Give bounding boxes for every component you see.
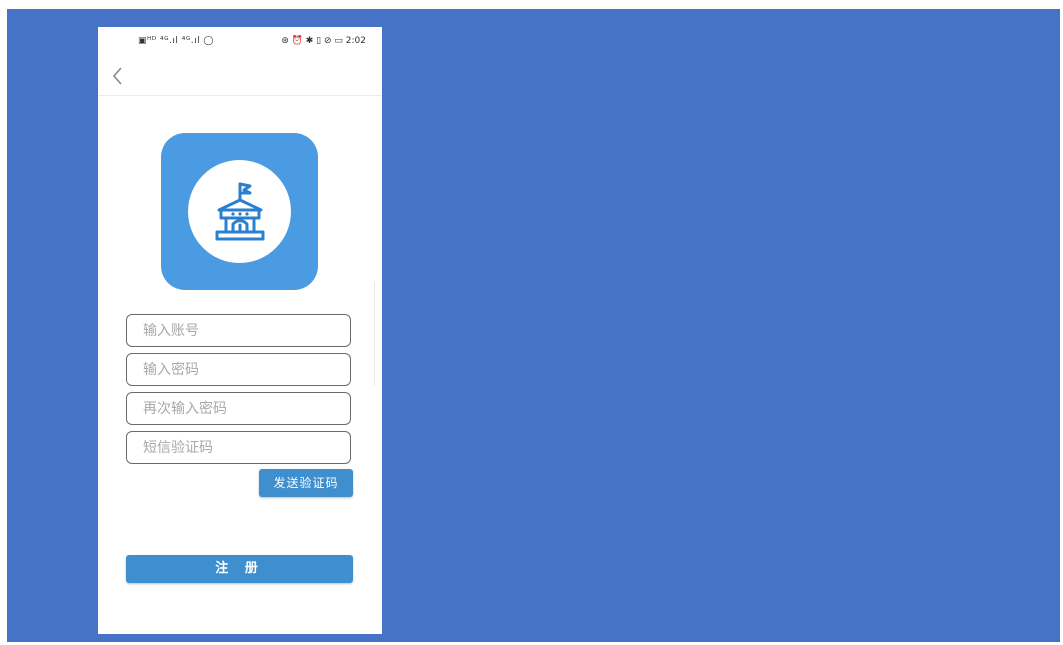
back-icon[interactable] bbox=[110, 65, 126, 87]
desktop-background: ▣ᴴᴰ ⁴ᴳ.ıl ⁴ᴳ.ıl ◯ ⊛ ⏰ ✱ ▯ ⊘ ▭ 2:02 输入账号 … bbox=[7, 9, 1060, 642]
status-left-icons: ▣ᴴᴰ ⁴ᴳ.ıl ⁴ᴳ.ıl ◯ bbox=[138, 36, 215, 46]
logo-circle bbox=[188, 160, 291, 263]
government-building-icon bbox=[215, 182, 265, 241]
status-bar: ▣ᴴᴰ ⁴ᴳ.ıl ⁴ᴳ.ıl ◯ ⊛ ⏰ ✱ ▯ ⊘ ▭ 2:02 bbox=[98, 27, 382, 61]
scrollbar-track bbox=[374, 282, 375, 386]
register-button[interactable]: 注 册 bbox=[126, 555, 353, 583]
nav-bar bbox=[98, 61, 382, 96]
account-input[interactable] bbox=[126, 314, 351, 347]
send-code-button[interactable]: 发送验证码 bbox=[259, 469, 353, 497]
phone-screen: ▣ᴴᴰ ⁴ᴳ.ıl ⁴ᴳ.ıl ◯ ⊛ ⏰ ✱ ▯ ⊘ ▭ 2:02 输入账号 … bbox=[98, 27, 382, 634]
sms-code-input[interactable] bbox=[126, 431, 351, 464]
app-logo bbox=[161, 133, 318, 290]
status-right-group: ⊛ ⏰ ✱ ▯ ⊘ ▭ 2:02 bbox=[281, 36, 366, 46]
password-input[interactable] bbox=[126, 353, 351, 386]
status-right-icons: ⊛ ⏰ ✱ ▯ ⊘ ▭ bbox=[281, 36, 343, 46]
confirm-password-input[interactable] bbox=[126, 392, 351, 425]
status-time: 2:02 bbox=[345, 36, 366, 46]
